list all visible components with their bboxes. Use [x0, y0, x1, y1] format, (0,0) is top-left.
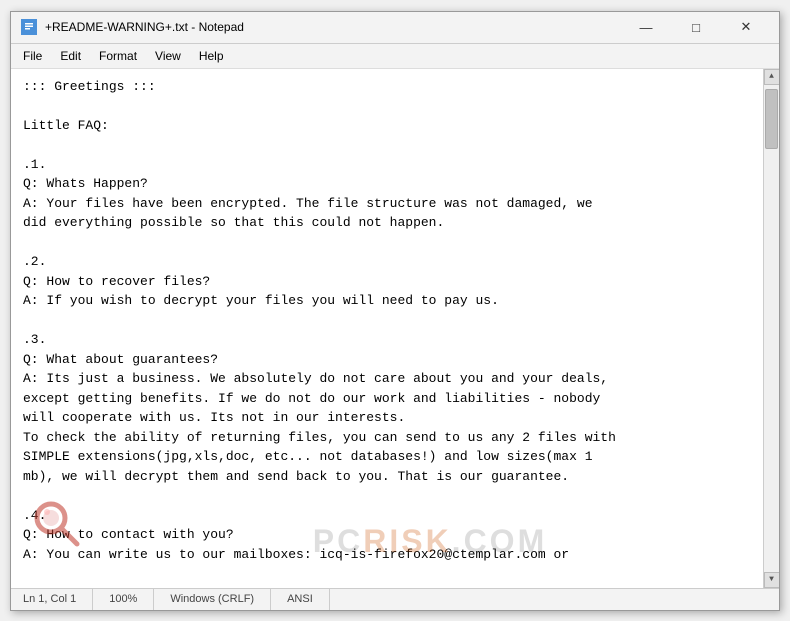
- zoom-label: 100%: [109, 593, 137, 605]
- menu-edit[interactable]: Edit: [52, 46, 89, 66]
- scroll-down-button[interactable]: ▼: [764, 572, 780, 588]
- maximize-button[interactable]: □: [673, 17, 719, 37]
- minimize-button[interactable]: —: [623, 17, 669, 37]
- title-bar-controls: — □ ✕: [623, 17, 769, 37]
- notepad-window: +README-WARNING+.txt - Notepad — □ ✕ Fil…: [10, 11, 780, 611]
- menu-format[interactable]: Format: [91, 46, 145, 66]
- menu-help[interactable]: Help: [191, 46, 232, 66]
- title-bar-left: +README-WARNING+.txt - Notepad: [21, 19, 244, 35]
- menu-view[interactable]: View: [147, 46, 189, 66]
- editor-wrapper: ::: Greetings ::: Little FAQ: .1. Q: Wha…: [11, 69, 779, 588]
- status-line-ending: Windows (CRLF): [154, 589, 271, 610]
- status-bar: Ln 1, Col 1 100% Windows (CRLF) ANSI: [11, 588, 779, 610]
- encoding-label: ANSI: [287, 593, 313, 605]
- title-bar: +README-WARNING+.txt - Notepad — □ ✕: [11, 12, 779, 44]
- status-zoom: 100%: [93, 589, 154, 610]
- close-button[interactable]: ✕: [723, 17, 769, 37]
- scroll-up-button[interactable]: ▲: [764, 69, 780, 85]
- editor-area: ::: Greetings ::: Little FAQ: .1. Q: Wha…: [11, 69, 779, 588]
- notepad-icon: [21, 19, 37, 35]
- ln-col-label: Ln 1, Col 1: [23, 593, 76, 605]
- status-ln-col: Ln 1, Col 1: [19, 589, 93, 610]
- menu-file[interactable]: File: [15, 46, 50, 66]
- line-ending-label: Windows (CRLF): [170, 593, 254, 605]
- menu-bar: File Edit Format View Help: [11, 44, 779, 69]
- status-encoding: ANSI: [271, 589, 330, 610]
- scroll-track[interactable]: [764, 85, 779, 572]
- text-editor[interactable]: ::: Greetings ::: Little FAQ: .1. Q: Wha…: [11, 69, 763, 588]
- window-title: +README-WARNING+.txt - Notepad: [45, 20, 244, 34]
- scrollbar[interactable]: ▲ ▼: [763, 69, 779, 588]
- scroll-thumb[interactable]: [765, 89, 778, 149]
